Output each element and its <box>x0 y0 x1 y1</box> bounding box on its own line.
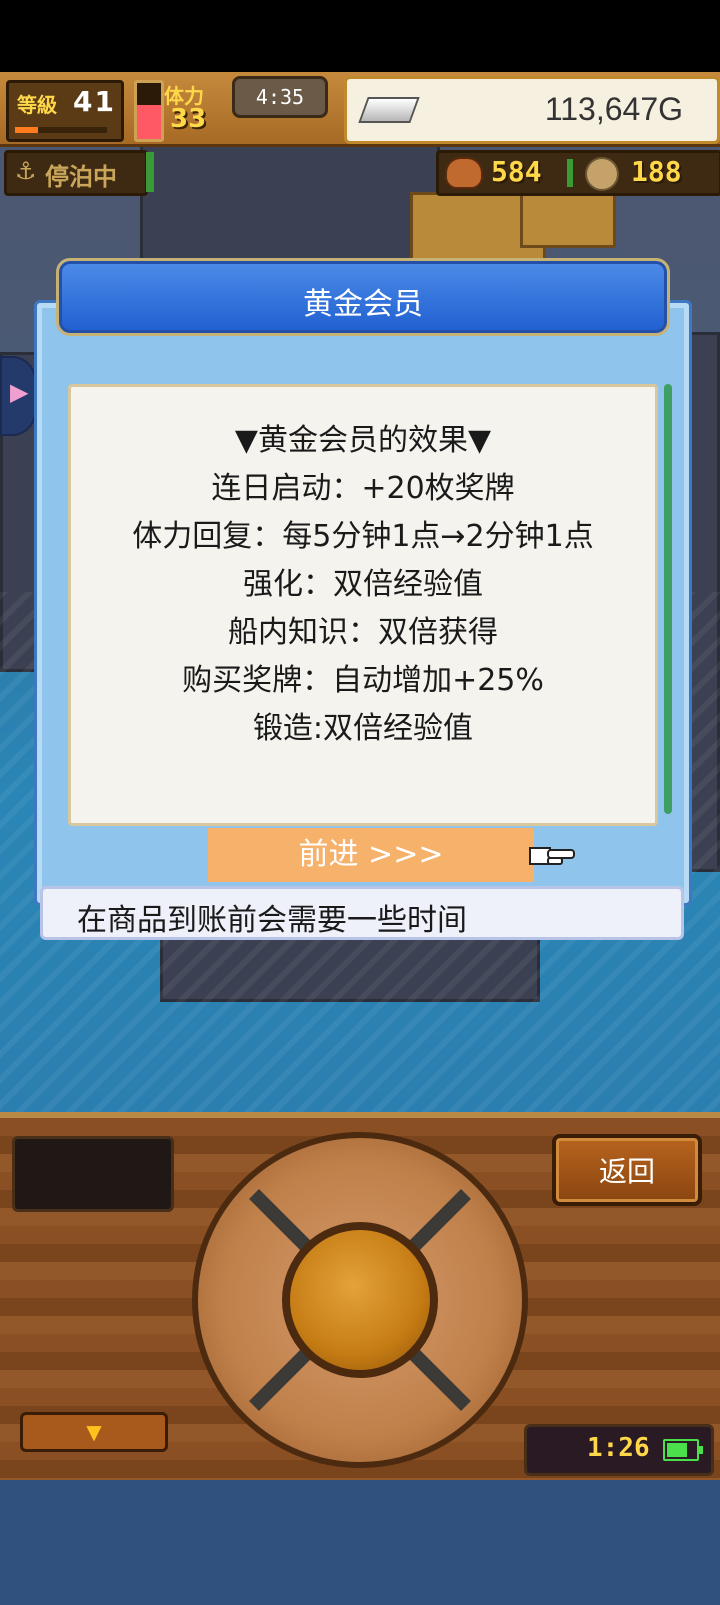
food-value: 584 <box>491 155 542 188</box>
clock-box: 1:26 <box>524 1424 714 1476</box>
benefit-line: 连日启动：+20枚奖牌 <box>211 471 515 506</box>
notice-bar: 在商品到账前会需要一些时间 <box>40 886 684 940</box>
food-icon <box>445 157 483 189</box>
benefit-list: ▼黄金会员的效果▼ 连日启动：+20枚奖牌体力回复：每5分钟1点→2分钟1点 强化：… <box>71 417 655 753</box>
dialog-title: 黄金会员 <box>303 287 423 322</box>
stamina-gauge <box>134 80 164 142</box>
anchor-indicator <box>146 152 154 192</box>
resource-box: 584 188 <box>436 150 720 196</box>
stamina-fill <box>137 105 161 139</box>
anchored-badge: ⚓ 停泊中 <box>4 150 148 196</box>
stamina-timer: 4:35 <box>232 76 328 118</box>
advance-button[interactable]: 前进 >>> <box>208 828 534 882</box>
level-box: 等級 41 <box>6 80 124 142</box>
down-arrow-icon: ▼ <box>81 1417 107 1447</box>
gold-box[interactable]: 113,647G <box>344 76 720 144</box>
clock-value: 1:26 <box>587 1433 650 1463</box>
back-button[interactable]: 返回 <box>552 1134 702 1206</box>
silver-bar-icon <box>358 97 420 123</box>
resource-divider <box>567 159 573 187</box>
pointing-hand-icon <box>529 847 575 865</box>
benefit-line: 强化：双倍经验值 <box>243 567 483 602</box>
benefit-line: 锻造:双倍经验值 <box>252 711 474 746</box>
notice-text: 在商品到账前会需要一些时间 <box>77 903 467 938</box>
scrollbar[interactable] <box>664 384 672 814</box>
benefit-line: 船内知识：双倍获得 <box>228 615 498 650</box>
empty-slot <box>12 1136 174 1212</box>
level-label: 等級 <box>17 93 57 117</box>
bottom-blank-area <box>0 1480 720 1605</box>
chevron-right-icon: ▶ <box>10 378 29 406</box>
benefit-line: 体力回复：每5分钟1点→2分钟1点 <box>132 519 594 554</box>
level-progress-fill <box>15 127 38 133</box>
battery-icon <box>663 1439 703 1461</box>
dialog-body[interactable]: ▼黄金会员的效果▼ 连日启动：+20枚奖牌体力回复：每5分钟1点→2分钟1点 强化：… <box>68 384 658 826</box>
battery-level <box>667 1443 687 1457</box>
benefit-line: ▼黄金会员的效果▼ <box>234 423 492 458</box>
benefit-line: 购买奖牌：自动增加+25% <box>182 663 544 698</box>
gold-value: 113,647G <box>544 91 683 127</box>
level-value: 41 <box>73 85 116 118</box>
coin-icon <box>585 157 619 191</box>
system-status-strip <box>0 0 720 72</box>
anchor-icon: ⚓ <box>15 157 37 185</box>
wheel-center-button[interactable] <box>282 1222 438 1378</box>
anchored-label: 停泊中 <box>45 163 117 191</box>
coin-value: 188 <box>631 155 682 188</box>
stamina-value: 33 <box>170 104 207 134</box>
side-menu-tab[interactable]: ▶ <box>0 356 36 436</box>
dialog-title-bar: 黄金会员 <box>56 258 670 336</box>
down-arrow-button[interactable]: ▼ <box>20 1412 168 1452</box>
level-progress-bar <box>15 127 107 133</box>
